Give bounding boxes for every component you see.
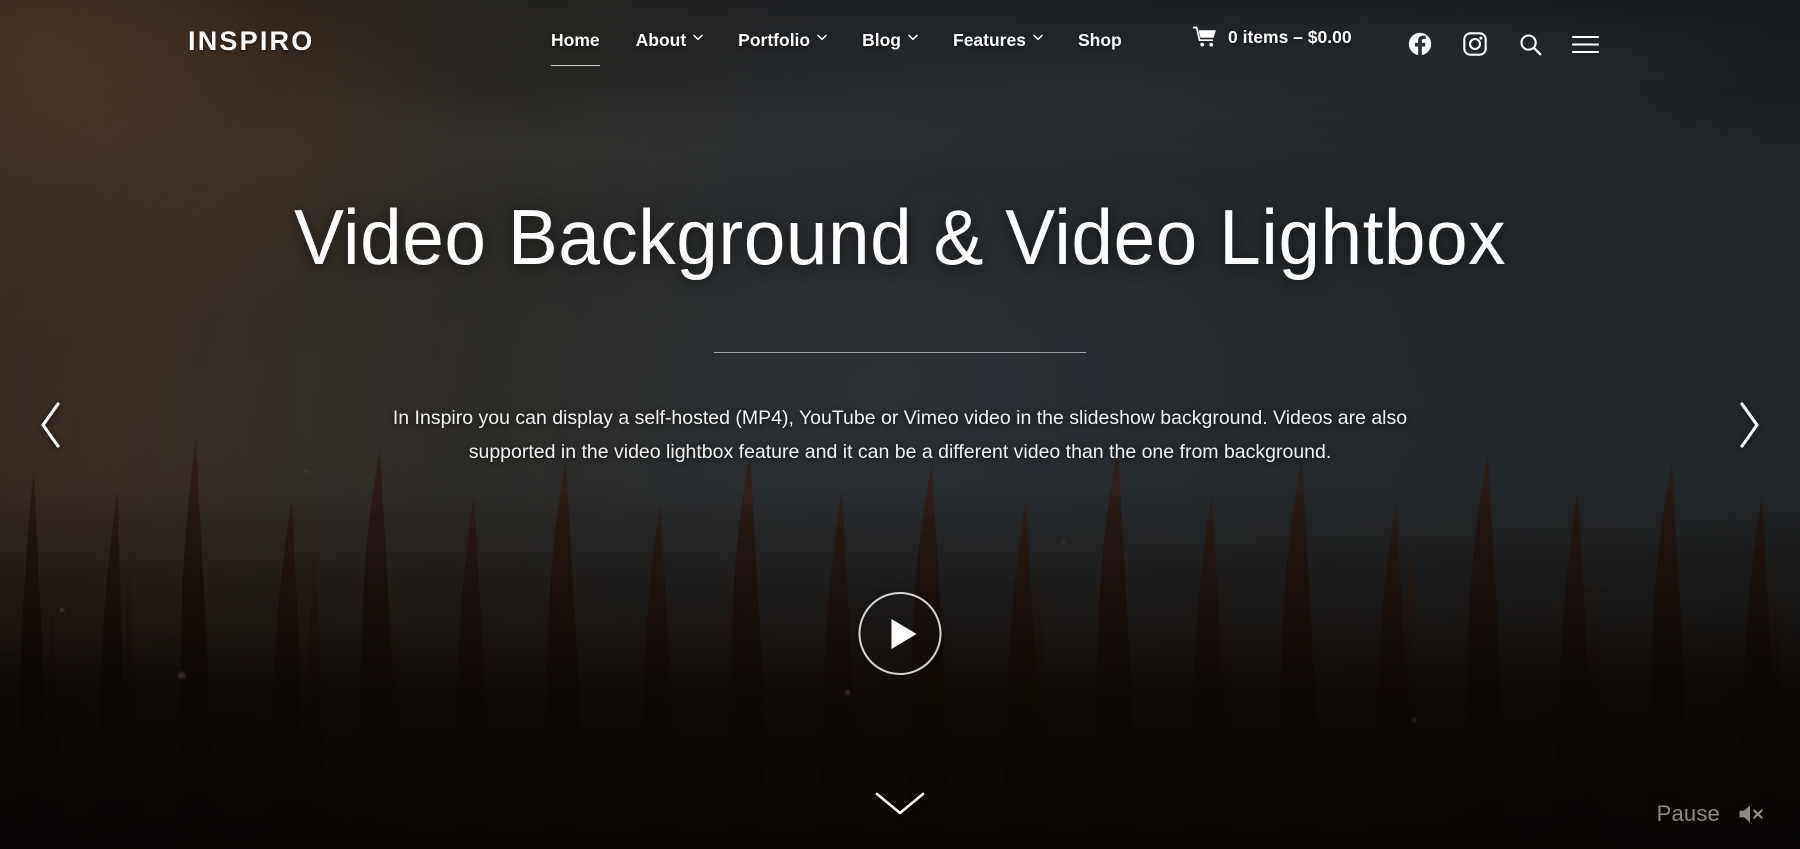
pause-button[interactable]: Pause [1657,801,1720,827]
slide-title: Video Background & Video Lightbox [293,193,1507,281]
nav-item-label: Shop [1077,30,1122,50]
search-icon[interactable] [1510,24,1550,64]
nav-item-portfolio[interactable]: Portfolio [720,24,844,57]
hamburger-menu-icon[interactable] [1565,24,1605,64]
media-controls: Pause [1657,801,1766,827]
slider-next-button[interactable] [1720,396,1778,454]
cart-summary-label: 0 items – $0.00 [1228,26,1352,47]
chevron-down-icon [1033,34,1043,43]
site-header: INSPIRO Home About Portfolio Blog Featur… [0,0,1800,88]
nav-item-label: Home [551,30,600,50]
play-icon [891,618,916,649]
chevron-down-icon [693,34,703,43]
nav-item-label: Blog [862,30,901,50]
mute-toggle-button[interactable] [1736,801,1766,827]
site-logo[interactable]: INSPIRO [188,26,314,57]
chevron-left-icon [36,400,66,450]
slider-prev-button[interactable] [22,396,80,454]
slideshow-stage: INSPIRO Home About Portfolio Blog Featur… [0,0,1800,849]
cart-summary[interactable]: 0 items – $0.00 [1193,26,1352,48]
instagram-icon[interactable] [1455,24,1495,64]
scroll-down-button[interactable] [872,787,928,821]
title-divider [714,352,1086,353]
speaker-muted-icon [1737,802,1765,826]
nav-item-about[interactable]: About [618,24,721,57]
nav-item-label: Portfolio [738,30,811,50]
nav-item-blog[interactable]: Blog [844,24,935,57]
nav-item-shop[interactable]: Shop [1060,24,1140,57]
video-play-button[interactable] [858,592,942,675]
chevron-down-icon [874,791,926,817]
chevron-down-icon [908,34,918,43]
nav-item-label: About [635,30,687,50]
facebook-icon[interactable] [1400,24,1440,64]
social-and-utility-icons [1400,24,1605,64]
nav-item-label: Features [953,30,1026,50]
nav-item-features[interactable]: Features [935,24,1060,57]
primary-navigation: Home About Portfolio Blog Features Shop [533,24,1140,66]
nav-item-home[interactable]: Home [533,24,618,66]
slide-description: In Inspiro you can display a self-hosted… [392,407,1408,463]
chevron-down-icon [817,34,827,43]
slide-content: Video Background & Video Lightbox In Ins… [0,0,1800,849]
shopping-cart-icon [1193,26,1217,48]
chevron-right-icon [1734,400,1764,450]
